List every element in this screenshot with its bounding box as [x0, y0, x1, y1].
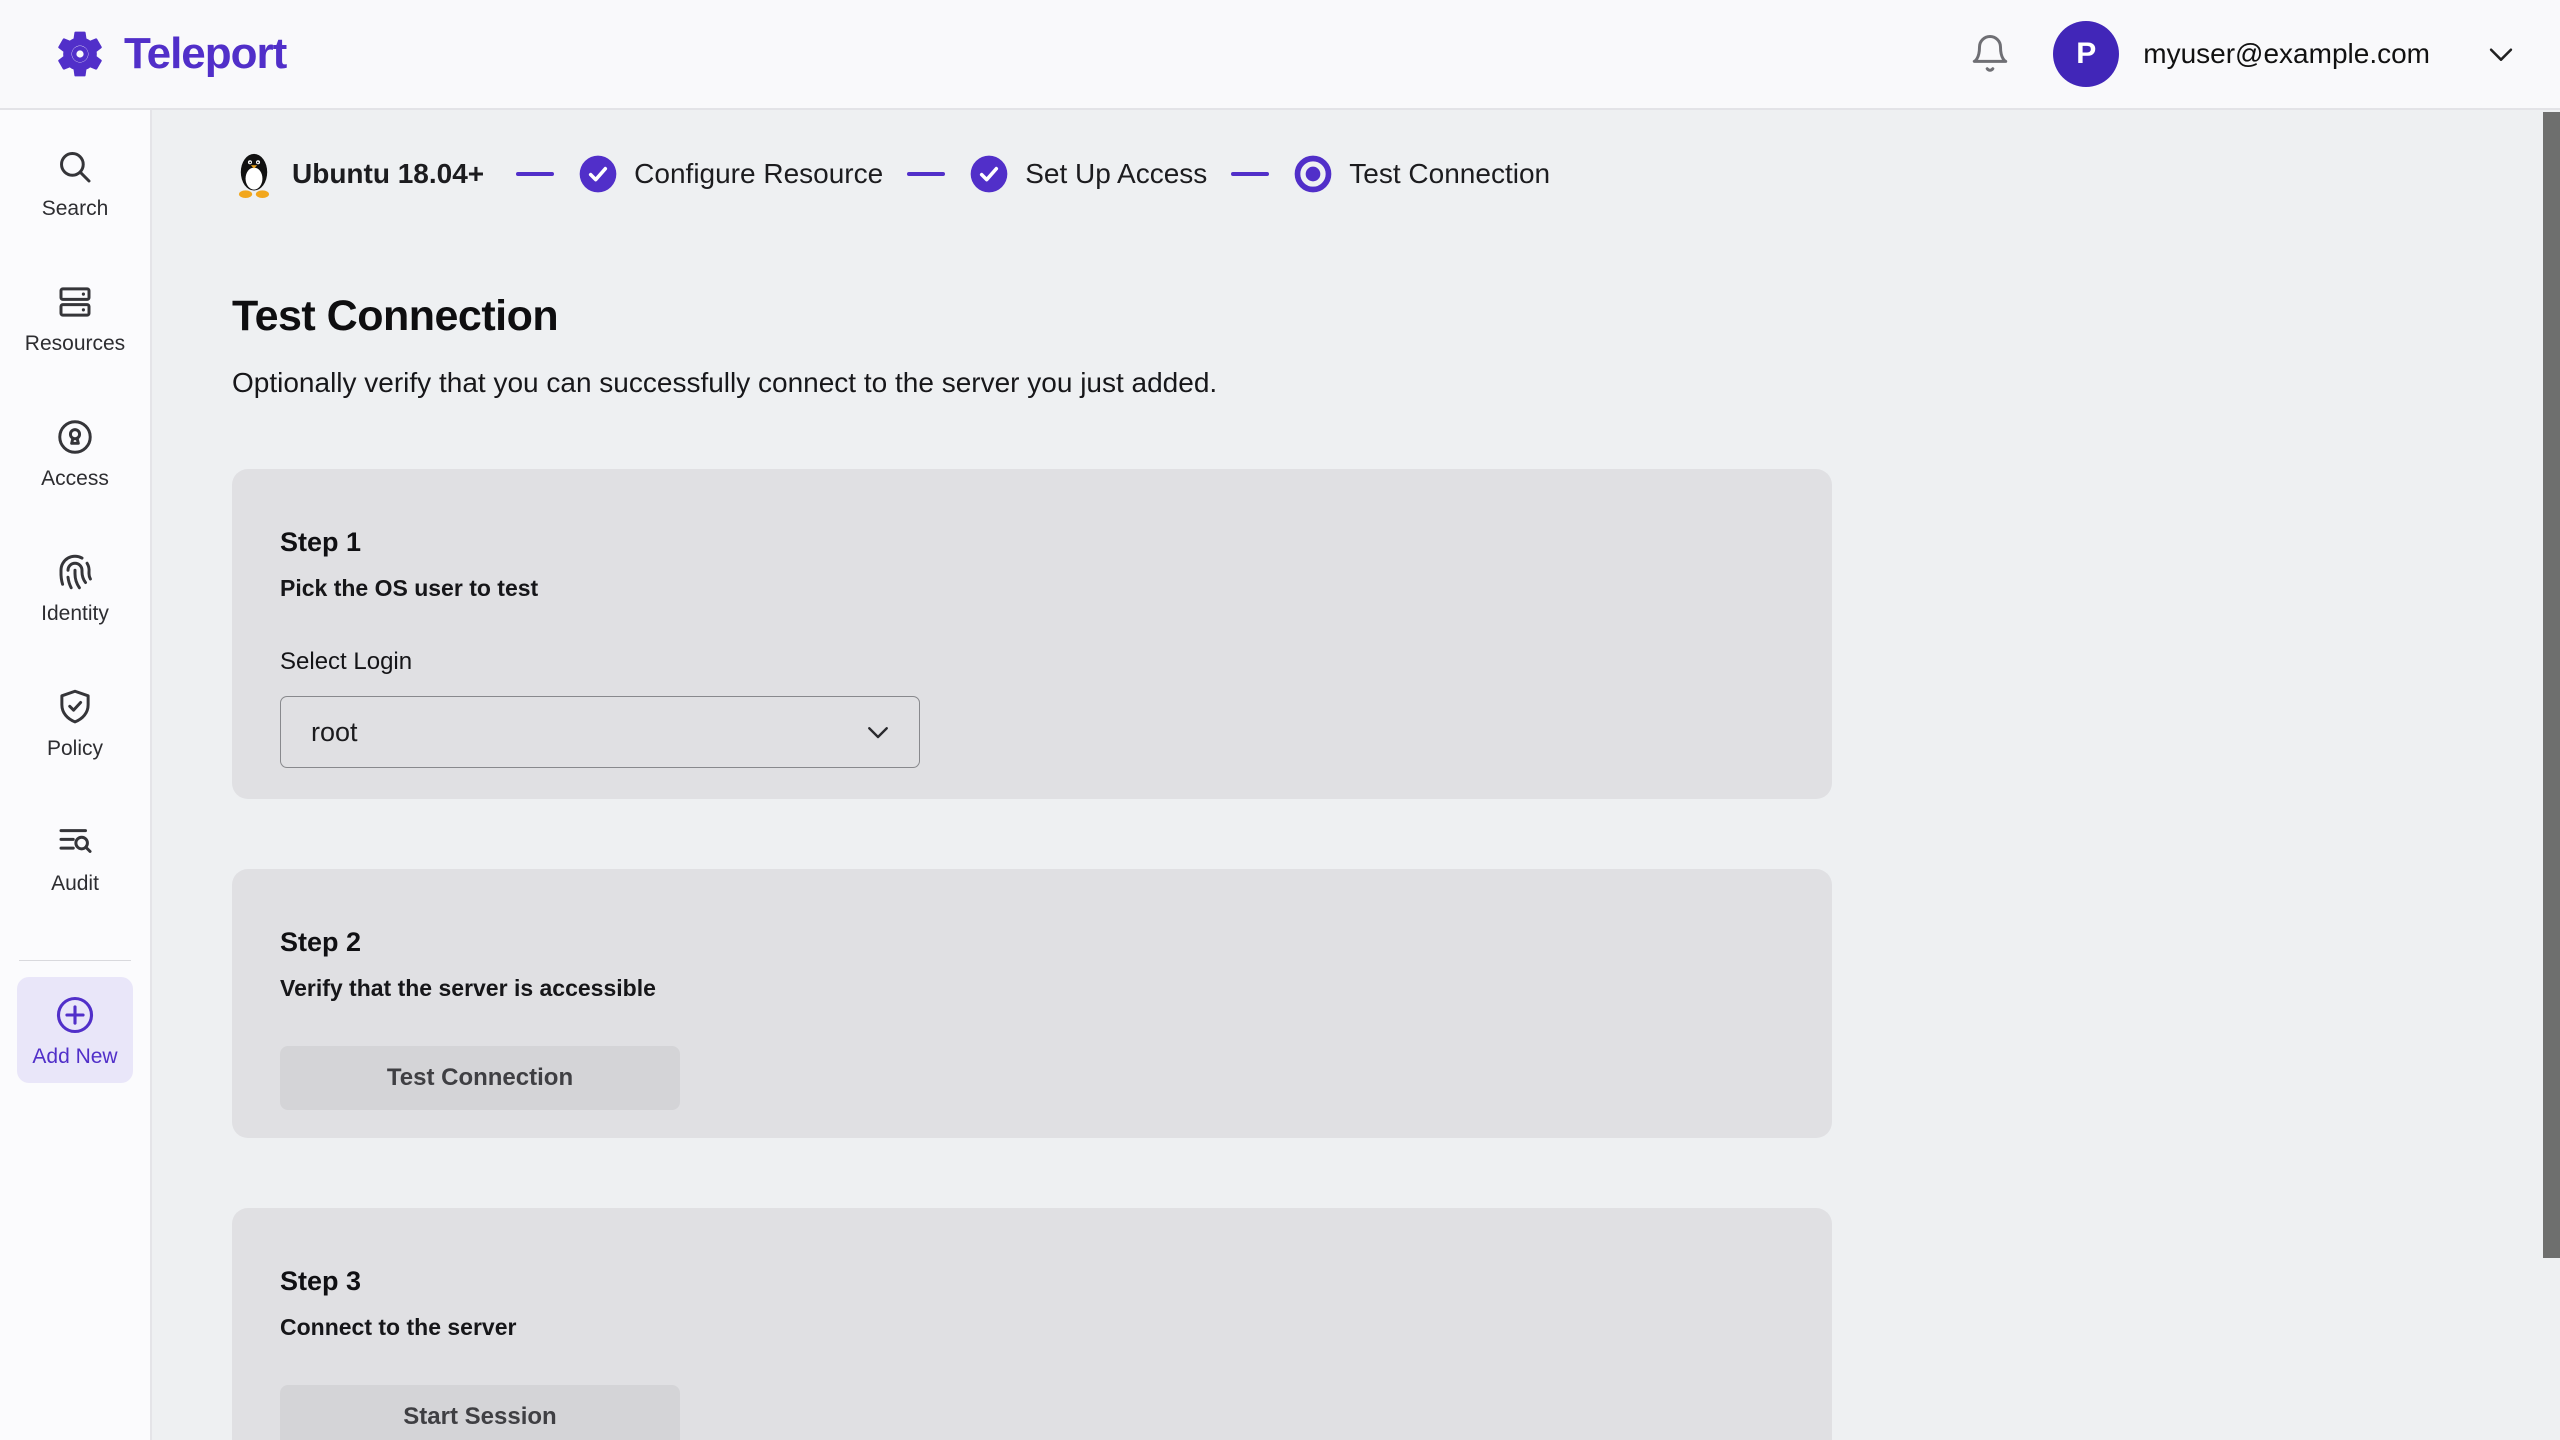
step2-card: Step 2 Verify that the server is accessi… — [232, 869, 1832, 1138]
login-select-value: root — [311, 717, 358, 748]
sidebar-item-access[interactable]: Access — [7, 416, 143, 491]
os-label: Ubuntu 18.04+ — [292, 158, 484, 190]
step3-title: Step 3 — [280, 1266, 1784, 1297]
page-subtitle: Optionally verify that you can successfu… — [232, 367, 2560, 399]
chevron-down-icon — [863, 717, 893, 747]
shield-check-icon — [54, 686, 96, 728]
top-bar: Teleport P myuser@example.com — [0, 0, 2560, 110]
step2-title: Step 2 — [280, 927, 1784, 958]
app-window: Teleport P myuser@example.com — [0, 0, 2560, 1440]
sidebar-item-label: Policy — [47, 737, 103, 761]
step-configure-resource[interactable]: Configure Resource — [578, 154, 883, 194]
sidebar-item-label: Add New — [32, 1045, 117, 1069]
step2-subtitle: Verify that the server is accessible — [280, 975, 1784, 1002]
step-label: Test Connection — [1349, 158, 1550, 190]
keyhole-circle-icon — [54, 416, 96, 458]
sidebar-item-policy[interactable]: Policy — [7, 686, 143, 761]
sidebar-item-search[interactable]: Search — [7, 146, 143, 221]
step-active-icon — [1293, 154, 1333, 194]
step-label: Configure Resource — [634, 158, 883, 190]
vertical-scrollbar[interactable] — [2543, 112, 2560, 1258]
servers-icon — [54, 281, 96, 323]
step-test-connection[interactable]: Test Connection — [1293, 154, 1550, 194]
page-title: Test Connection — [232, 292, 2560, 341]
step3-subtitle: Connect to the server — [280, 1314, 1784, 1341]
avatar: P — [2053, 21, 2119, 87]
chevron-down-icon — [2484, 37, 2518, 71]
step-separator — [1231, 172, 1269, 176]
step-separator — [907, 172, 945, 176]
step-label: Set Up Access — [1025, 158, 1207, 190]
sidebar-divider — [19, 960, 131, 961]
notifications-bell-icon[interactable] — [1969, 31, 2015, 77]
sidebar-item-label: Resources — [25, 332, 125, 356]
step-done-icon — [969, 154, 1009, 194]
sidebar-item-resources[interactable]: Resources — [7, 281, 143, 356]
step1-title: Step 1 — [280, 527, 1784, 558]
sidebar-item-add-new[interactable]: Add New — [17, 977, 133, 1083]
test-connection-button[interactable]: Test Connection — [280, 1046, 680, 1110]
setup-stepper: Ubuntu 18.04+ Configure Resource Set — [232, 142, 2560, 206]
step-done-icon — [578, 154, 618, 194]
teleport-logo[interactable]: Teleport — [52, 26, 286, 82]
brand-name: Teleport — [124, 29, 286, 79]
start-session-button[interactable]: Start Session — [280, 1385, 680, 1440]
sidebar-item-label: Search — [42, 197, 109, 221]
main-content: Ubuntu 18.04+ Configure Resource Set — [152, 110, 2560, 1440]
fingerprint-icon — [54, 551, 96, 593]
top-right-group: P myuser@example.com — [1969, 21, 2518, 87]
search-icon — [54, 146, 96, 188]
sidebar-item-label: Access — [41, 467, 109, 491]
user-menu[interactable]: P myuser@example.com — [2053, 21, 2518, 87]
select-login-label: Select Login — [280, 648, 1784, 676]
sidebar-item-identity[interactable]: Identity — [7, 551, 143, 626]
sidebar-item-audit[interactable]: Audit — [7, 821, 143, 896]
sidebar-nav: Search Resources Access — [0, 110, 152, 1440]
step1-card: Step 1 Pick the OS user to test Select L… — [232, 469, 1832, 799]
sidebar-item-label: Audit — [51, 872, 99, 896]
plus-circle-icon — [53, 993, 97, 1037]
step-separator — [516, 172, 554, 176]
user-email: myuser@example.com — [2143, 38, 2430, 70]
list-search-icon — [54, 821, 96, 863]
sidebar-item-label: Identity — [41, 602, 109, 626]
gear-logo-icon — [52, 26, 108, 82]
step-set-up-access[interactable]: Set Up Access — [969, 154, 1207, 194]
login-select[interactable]: root — [280, 696, 920, 768]
step1-subtitle: Pick the OS user to test — [280, 575, 1784, 602]
linux-tux-icon — [232, 148, 276, 200]
step3-card: Step 3 Connect to the server Start Sessi… — [232, 1208, 1832, 1440]
